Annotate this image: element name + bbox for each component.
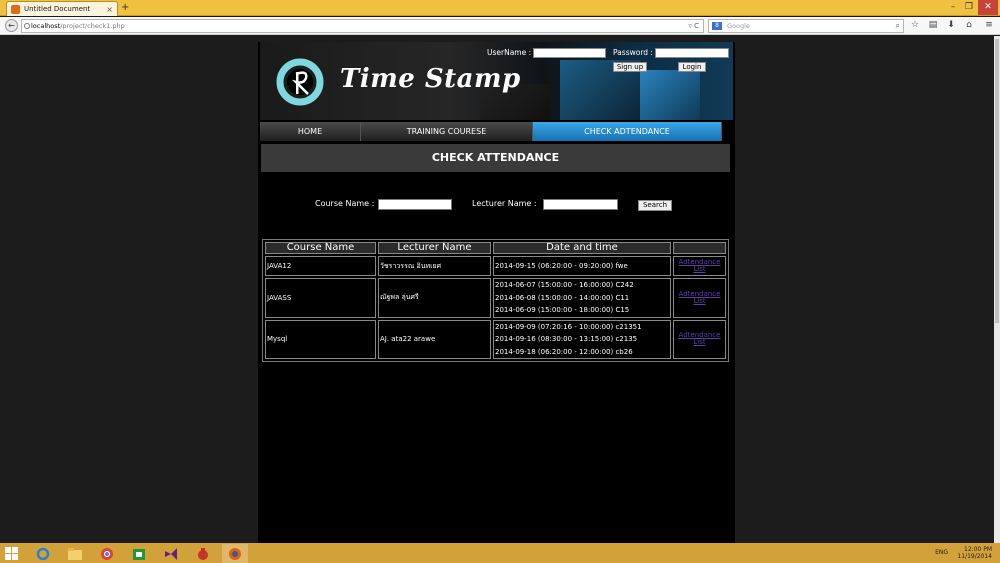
url-host: localhost [31,22,61,30]
scrollbar-thumb[interactable] [995,39,999,323]
banner-decoration [640,70,700,120]
page-title: CHECK ATTENDANCE [261,144,730,172]
lecturer-cell: วัชราวรรณ อินทเยศ [378,256,491,276]
back-icon[interactable]: ← [5,19,18,32]
windows-start-icon[interactable] [5,547,18,560]
clock-date: 11/19/2014 [957,553,992,560]
action-cell: Adtendance List [673,278,726,318]
bookmark-star-icon[interactable]: ☆ [909,19,921,31]
table-header-row: Course Name Lecturer Name Date and time [265,242,726,254]
browser-titlebar: Untitled Document × + – ❐ ✕ [0,0,1000,16]
lecturer-cell: AJ. ata22 arawe [378,319,491,359]
url-bar[interactable]: localhost/project/check1.php ▿ C [21,19,704,33]
menu-home[interactable]: HOME [260,122,361,141]
lecturer-name-label: Lecturer Name : [472,199,537,208]
time-stamp-logo-icon [276,58,324,106]
date-entry: 2014-09-16 (08:30:00 - 13:15:00) c2135 [495,335,638,343]
header-banner: Time Stamp UserName : Password : Sign up… [260,42,733,120]
password-input[interactable] [655,48,729,58]
tab-close-icon[interactable]: × [106,5,113,14]
login-button[interactable]: Login [678,62,706,72]
menu-training-course[interactable]: TRAINING COURESE [361,122,533,141]
username-label: UserName : [487,48,532,57]
logo-text: Time Stamp [340,64,521,94]
date-entry: 2014-09-15 (06:20:00 - 09:20:00) fwe [495,261,628,270]
main-menu: HOME TRAINING COURESE CHECK ADTENDANCE [260,122,728,141]
date-entry: 2014-06-08 (15:00:00 - 14:00:00) C11 [495,293,630,302]
action-cell: Adtendance List [673,256,726,276]
lecturer-name-input[interactable] [543,199,618,210]
file-explorer-icon[interactable] [62,544,88,563]
attendance-table: Course Name Lecturer Name Date and time … [262,239,729,362]
search-placeholder: Google [727,22,750,30]
visual-studio-icon[interactable] [158,544,184,563]
tray-lang[interactable]: ENG [935,549,948,556]
maximize-icon[interactable]: ❐ [961,0,977,15]
date-cell: 2014-06-07 (15:00:00 - 16:00:00) C242 20… [493,278,671,318]
course-name-input[interactable] [378,199,452,210]
signup-button[interactable]: Sign up [613,62,647,72]
site-container: Time Stamp UserName : Password : Sign up… [258,42,735,543]
table-row: JAVA12 วัชราวรรณ อินทเยศ 2014-09-15 (06:… [265,256,726,276]
download-icon[interactable]: ⬇ [945,19,957,31]
home-icon[interactable]: ⌂ [963,19,975,31]
date-entry: 2014-06-07 (15:00:00 - 16:00:00) C242 [495,281,634,289]
username-input[interactable] [533,48,606,58]
course-cell: JAVA12 [265,256,376,276]
store-icon[interactable] [126,544,152,563]
action-cell: Adtendance List [673,319,726,359]
window-close-icon[interactable]: ✕ [978,0,998,15]
course-cell: Mysql [265,319,376,359]
taskbar-clock[interactable]: 12:00 PM 11/19/2014 [957,546,992,560]
browser-search-input[interactable]: 8 Google ⌕ [708,19,904,33]
table-row: JAVASS ณัฐพล ลุ่นศรี 2014-06-07 (15:00:0… [265,278,726,318]
app-icon[interactable] [190,544,216,563]
date-entry: 2014-09-18 (06:20:00 - 12:00:00) cb26 [495,347,633,356]
reading-list-icon[interactable]: ▤ [927,19,939,31]
browser-tab[interactable]: Untitled Document × [6,1,118,16]
col-lecturer-name: Lecturer Name [378,242,491,254]
new-tab-icon[interactable]: + [121,2,129,13]
page-favicon-icon [11,4,20,14]
site-info-icon[interactable] [24,23,30,29]
minimize-icon[interactable]: – [945,0,961,15]
firefox-icon[interactable] [222,544,248,563]
password-label: Password : [613,48,653,57]
date-entry: 2014-06-09 (15:00:00 - 18:00:00) C15 [495,306,630,314]
url-path: /project/check1.php [60,22,125,30]
date-cell: 2014-09-09 (07:20:16 - 10:00:00) c21351 … [493,319,671,359]
course-name-label: Course Name : [315,199,375,208]
date-entry: 2014-09-09 (07:20:16 - 10:00:00) c21351 [495,322,642,331]
page-viewport: Time Stamp UserName : Password : Sign up… [0,36,994,543]
col-action [673,242,726,254]
course-cell: JAVASS [265,278,376,318]
lecturer-cell: ณัฐพล ลุ่นศรี [378,278,491,318]
menu-check-attendance[interactable]: CHECK ADTENDANCE [533,122,722,141]
col-course-name: Course Name [265,242,376,254]
attendance-list-link[interactable]: Adtendance List [675,332,724,346]
page-scrollbar[interactable] [994,36,1000,543]
date-cell: 2014-09-15 (06:20:00 - 09:20:00) fwe [493,256,671,276]
windows-taskbar: ENG 12:00 PM 11/19/2014 [0,543,1000,563]
attendance-list-link[interactable]: Adtendance List [675,259,724,273]
chrome-icon[interactable] [94,544,120,563]
col-date-time: Date and time [493,242,671,254]
attendance-list-link[interactable]: Adtendance List [675,290,724,305]
menu-icon[interactable]: ≡ [983,19,995,31]
reload-icon[interactable]: ▿ C [688,20,699,32]
search-icon[interactable]: ⌕ [896,20,900,32]
browser-navbar: ← localhost/project/check1.php ▿ C 8 Goo… [0,17,1000,35]
ie-icon[interactable] [30,544,56,563]
google-icon: 8 [712,22,722,30]
tab-title: Untitled Document [24,5,91,13]
search-button[interactable]: Search [638,200,672,211]
table-row: Mysql AJ. ata22 arawe 2014-09-09 (07:20:… [265,319,726,359]
clock-time: 12:00 PM [964,546,992,553]
